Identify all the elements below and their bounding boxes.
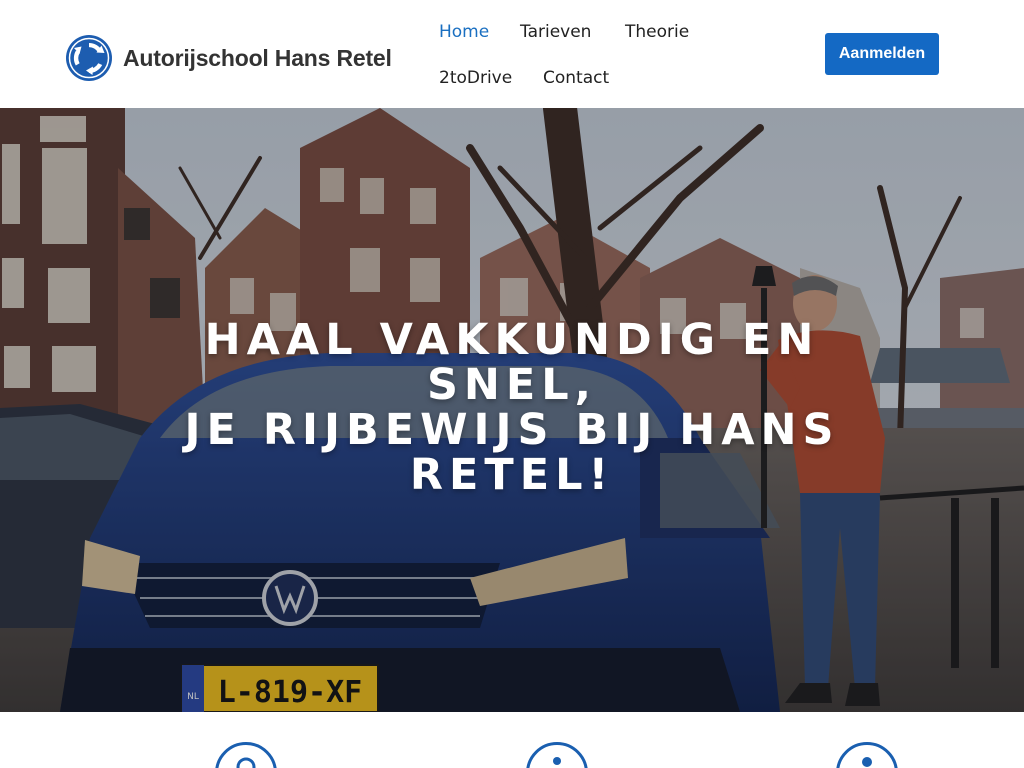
logo[interactable]: Autorijschool Hans Retel [65, 34, 392, 82]
hero-banner: NL L-819-XF HAAL VAKKUNDIG EN SNEL, JE R… [0, 108, 1024, 712]
nav-item-2todrive[interactable]: 2toDrive [439, 64, 512, 92]
hero-title: HAAL VAKKUNDIG EN SNEL, JE RIJBEWIJS BIJ… [162, 318, 862, 498]
brand-name: Autorijschool Hans Retel [123, 44, 392, 71]
nav-item-home[interactable]: Home [439, 18, 489, 46]
nav-item-contact[interactable]: Contact [543, 64, 609, 92]
user-icon [215, 742, 277, 768]
signup-button[interactable]: Aanmelden [825, 33, 939, 75]
info-icon [526, 742, 588, 768]
nav-item-theorie[interactable]: Theorie [625, 18, 689, 46]
roundabout-icon [66, 35, 112, 81]
hero-title-line-1: HAAL VAKKUNDIG EN SNEL, [204, 315, 820, 410]
nav-item-tarieven[interactable]: Tarieven [520, 18, 591, 46]
features-strip [0, 712, 1024, 768]
hero-title-line-2: JE RIJBEWIJS BIJ HANS RETEL! [184, 405, 840, 500]
car-icon [836, 742, 898, 768]
site-header: Autorijschool Hans Retel Home Tarieven T… [0, 0, 1024, 108]
